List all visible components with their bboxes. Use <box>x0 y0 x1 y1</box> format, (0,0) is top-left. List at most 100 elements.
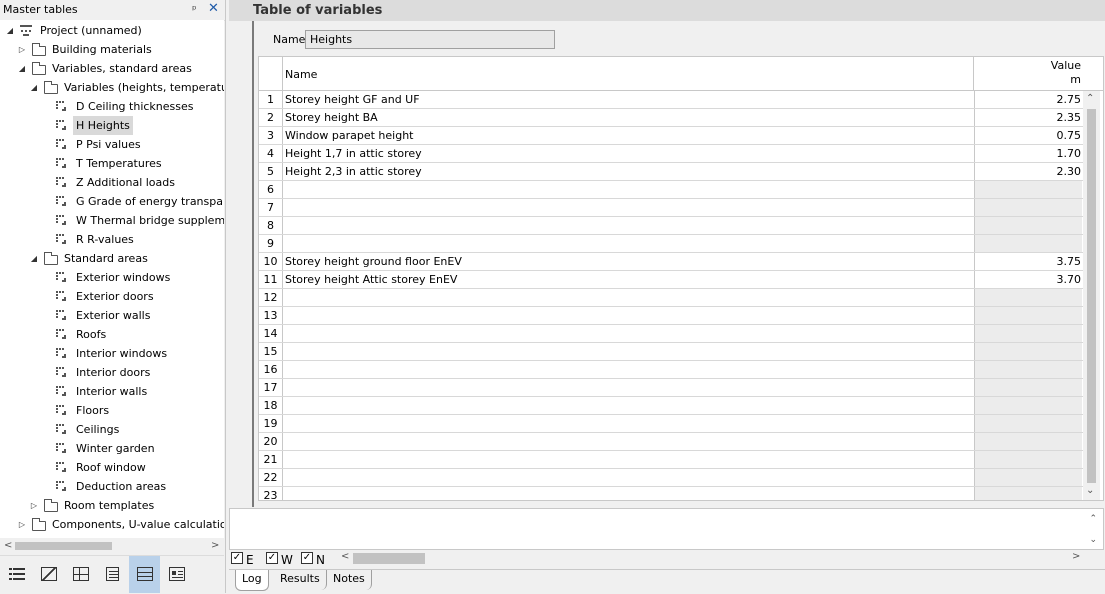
value-cell[interactable]: 2.75 <box>974 91 1082 108</box>
row-number[interactable]: 2 <box>259 109 283 126</box>
value-cell[interactable] <box>974 217 1082 234</box>
name-cell[interactable]: Storey height ground floor EnEV <box>285 253 462 270</box>
value-cell[interactable] <box>974 433 1082 450</box>
collapse-arrow-icon[interactable]: ◢ <box>17 59 27 78</box>
row-number[interactable]: 23 <box>259 487 283 500</box>
tab-notes[interactable]: Notes <box>327 570 372 590</box>
scroll-down-icon[interactable]: ⌄ <box>1086 485 1094 496</box>
table-row[interactable]: 21 <box>259 451 1083 469</box>
log-output[interactable]: ⌃ ⌄ <box>229 508 1104 550</box>
table-row[interactable]: 17 <box>259 379 1083 397</box>
value-cell[interactable] <box>974 289 1082 306</box>
value-cell[interactable]: 2.30 <box>974 163 1082 180</box>
row-number[interactable]: 20 <box>259 433 283 450</box>
table-row[interactable]: 9 <box>259 235 1083 253</box>
expand-arrow-icon[interactable]: ▷ <box>17 40 27 59</box>
row-number[interactable]: 16 <box>259 361 283 378</box>
chart-view-button[interactable] <box>33 556 64 593</box>
table-row[interactable]: 15 <box>259 343 1083 361</box>
close-icon[interactable]: ✕ <box>208 1 219 16</box>
name-cell[interactable]: Height 2,3 in attic storey <box>285 163 422 180</box>
value-cell[interactable] <box>974 307 1082 324</box>
form-view-button[interactable] <box>161 556 192 593</box>
table-row[interactable]: 7 <box>259 199 1083 217</box>
table-row[interactable]: 18 <box>259 397 1083 415</box>
name-column-header[interactable]: Name <box>285 68 317 81</box>
name-cell[interactable]: Storey height GF and UF <box>285 91 420 108</box>
collapse-arrow-icon[interactable]: ◢ <box>29 78 39 97</box>
value-cell[interactable] <box>974 199 1082 216</box>
name-cell[interactable]: Height 1,7 in attic storey <box>285 145 422 162</box>
row-number[interactable]: 21 <box>259 451 283 468</box>
table-view-button[interactable] <box>129 556 160 593</box>
grid-vertical-scrollbar[interactable]: ⌃ ⌄ <box>1083 91 1100 500</box>
value-cell[interactable] <box>974 181 1082 198</box>
value-cell[interactable] <box>974 325 1082 342</box>
row-number[interactable]: 19 <box>259 415 283 432</box>
scroll-down-icon[interactable]: ⌄ <box>1089 535 1097 545</box>
table-row[interactable]: 1 Storey height GF and UF 2.75 <box>259 91 1083 109</box>
row-number[interactable]: 9 <box>259 235 283 252</box>
collapse-arrow-icon[interactable]: ◢ <box>5 21 15 40</box>
table-row[interactable]: 4 Height 1,7 in attic storey 1.70 <box>259 145 1083 163</box>
scroll-left-icon[interactable]: < <box>341 551 349 562</box>
row-number[interactable]: 22 <box>259 469 283 486</box>
row-number[interactable]: 14 <box>259 325 283 342</box>
filter-w-checkbox[interactable]: ✓ <box>266 552 278 564</box>
table-row[interactable]: 13 <box>259 307 1083 325</box>
room-view-button[interactable] <box>65 556 96 593</box>
value-cell[interactable] <box>974 379 1082 396</box>
tab-log[interactable]: Log <box>235 570 269 591</box>
value-cell[interactable] <box>974 469 1082 486</box>
tree-horizontal-scrollbar[interactable]: < > <box>0 538 224 554</box>
table-row[interactable]: 2 Storey height BA 2.35 <box>259 109 1083 127</box>
list-view-button[interactable] <box>1 556 32 593</box>
table-row[interactable]: 11 Storey height Attic storey EnEV 3.70 <box>259 271 1083 289</box>
row-number[interactable]: 5 <box>259 163 283 180</box>
table-row[interactable]: 23 <box>259 487 1083 500</box>
scroll-up-icon[interactable]: ⌃ <box>1086 93 1094 104</box>
table-row[interactable]: 6 <box>259 181 1083 199</box>
table-row[interactable]: 16 <box>259 361 1083 379</box>
value-cell[interactable] <box>974 451 1082 468</box>
scroll-up-icon[interactable]: ⌃ <box>1089 514 1097 524</box>
row-number[interactable]: 3 <box>259 127 283 144</box>
row-number[interactable]: 17 <box>259 379 283 396</box>
value-cell[interactable] <box>974 415 1082 432</box>
row-number[interactable]: 10 <box>259 253 283 270</box>
row-number[interactable]: 8 <box>259 217 283 234</box>
value-cell[interactable] <box>974 361 1082 378</box>
table-row[interactable]: 5 Height 2,3 in attic storey 2.30 <box>259 163 1083 181</box>
value-cell[interactable]: 2.35 <box>974 109 1082 126</box>
row-number[interactable]: 11 <box>259 271 283 288</box>
expand-arrow-icon[interactable]: ▷ <box>29 496 39 515</box>
value-column-header[interactable]: Value <box>975 59 1081 72</box>
name-cell[interactable]: Storey height Attic storey EnEV <box>285 271 457 288</box>
filter-n-checkbox[interactable]: ✓ <box>301 552 313 564</box>
table-row[interactable]: 22 <box>259 469 1083 487</box>
name-field[interactable] <box>305 30 555 49</box>
value-cell[interactable]: 3.75 <box>974 253 1082 270</box>
row-number[interactable]: 18 <box>259 397 283 414</box>
document-view-button[interactable] <box>97 556 128 593</box>
expand-arrow-icon[interactable]: ▷ <box>17 515 27 534</box>
name-cell[interactable]: Window parapet height <box>285 127 413 144</box>
scroll-right-icon[interactable]: > <box>211 538 219 554</box>
row-number[interactable]: 4 <box>259 145 283 162</box>
value-cell[interactable]: 0.75 <box>974 127 1082 144</box>
row-number[interactable]: 1 <box>259 91 283 108</box>
tab-results[interactable]: Results <box>274 570 327 590</box>
value-cell[interactable] <box>974 487 1082 500</box>
value-cell[interactable]: 1.70 <box>974 145 1082 162</box>
filter-e-checkbox[interactable]: ✓ <box>231 552 243 564</box>
name-cell[interactable]: Storey height BA <box>285 109 378 126</box>
pin-icon[interactable]: ᵖ <box>192 3 197 16</box>
table-row[interactable]: 8 <box>259 217 1083 235</box>
row-number[interactable]: 15 <box>259 343 283 360</box>
table-row[interactable]: 12 <box>259 289 1083 307</box>
value-cell[interactable] <box>974 397 1082 414</box>
table-row[interactable]: 10 Storey height ground floor EnEV 3.75 <box>259 253 1083 271</box>
table-row[interactable]: 14 <box>259 325 1083 343</box>
scroll-left-icon[interactable]: < <box>4 538 12 554</box>
row-number[interactable]: 7 <box>259 199 283 216</box>
